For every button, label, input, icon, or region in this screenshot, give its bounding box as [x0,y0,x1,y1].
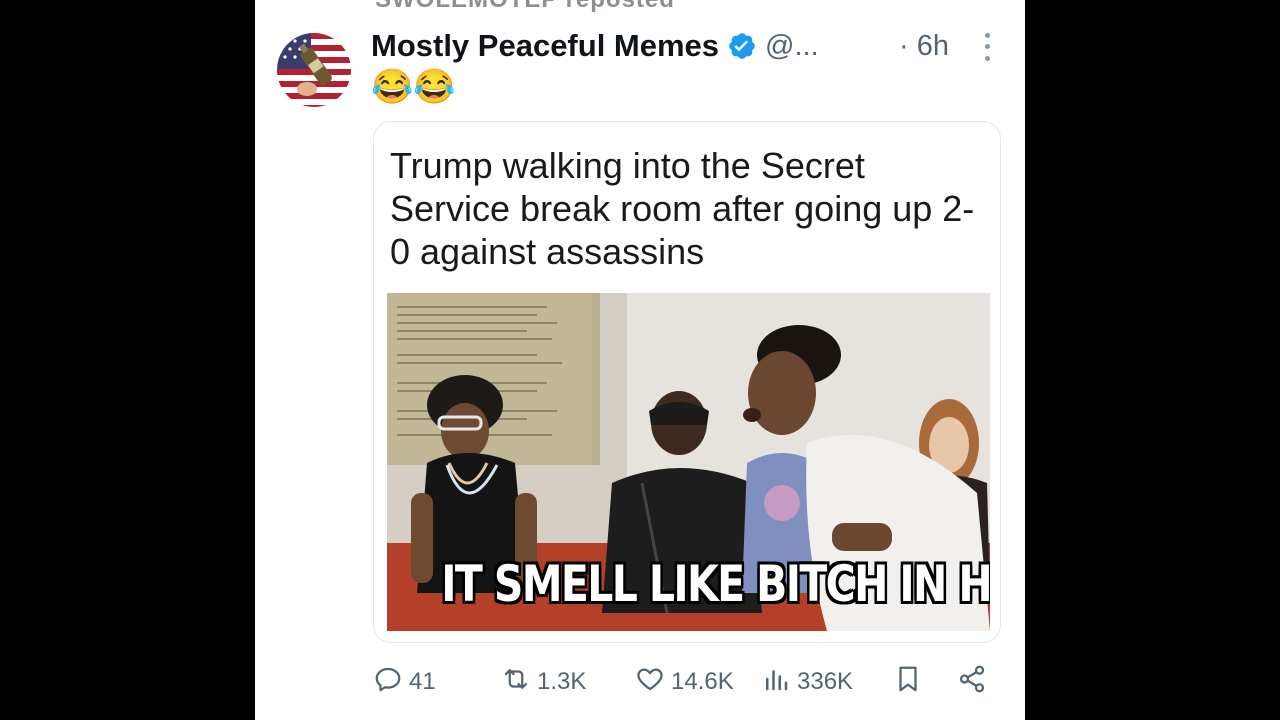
repost-icon [501,664,531,701]
repost-count: 1.3K [537,668,587,695]
action-bar: 41 1.3K 14.6K 336K [373,662,1003,702]
author-handle[interactable]: @... [765,30,819,63]
bookmark-icon [893,664,923,701]
verified-badge-icon [727,31,757,61]
like-button[interactable]: 14.6K [635,662,734,702]
media-card[interactable]: Trump walking into the Secret Service br… [373,121,1001,643]
like-count: 14.6K [671,668,734,695]
reply-count: 41 [409,668,436,695]
tweet-header: Mostly Peaceful Memes @... [371,26,819,66]
views-button[interactable]: 336K [761,662,853,702]
meme-image[interactable]: IT SMELL LIKE BITCH IN HERE [387,293,990,631]
tweet-view: SWOLEMOTEP reposted Mostly Peaceful Meme… [255,0,1025,720]
like-icon [635,664,665,701]
more-icon[interactable] [979,30,995,64]
bookmark-button[interactable] [893,662,923,702]
post-time[interactable]: · 6h [899,26,949,66]
meme-caption: IT SMELL LIKE BITCH IN HERE [441,555,990,613]
views-count: 336K [797,668,854,695]
author-name[interactable]: Mostly Peaceful Memes [371,28,719,64]
reply-icon [373,664,403,701]
reply-button[interactable]: 41 [373,662,436,702]
repost-button[interactable]: 1.3K [501,662,586,702]
share-button[interactable] [957,662,987,702]
repost-context: SWOLEMOTEP reposted [375,0,675,14]
avatar[interactable] [277,33,351,107]
tweet-text: 😂😂 [371,68,456,106]
share-icon [957,664,987,701]
card-caption: Trump walking into the Secret Service br… [390,145,975,272]
views-icon [761,664,791,701]
